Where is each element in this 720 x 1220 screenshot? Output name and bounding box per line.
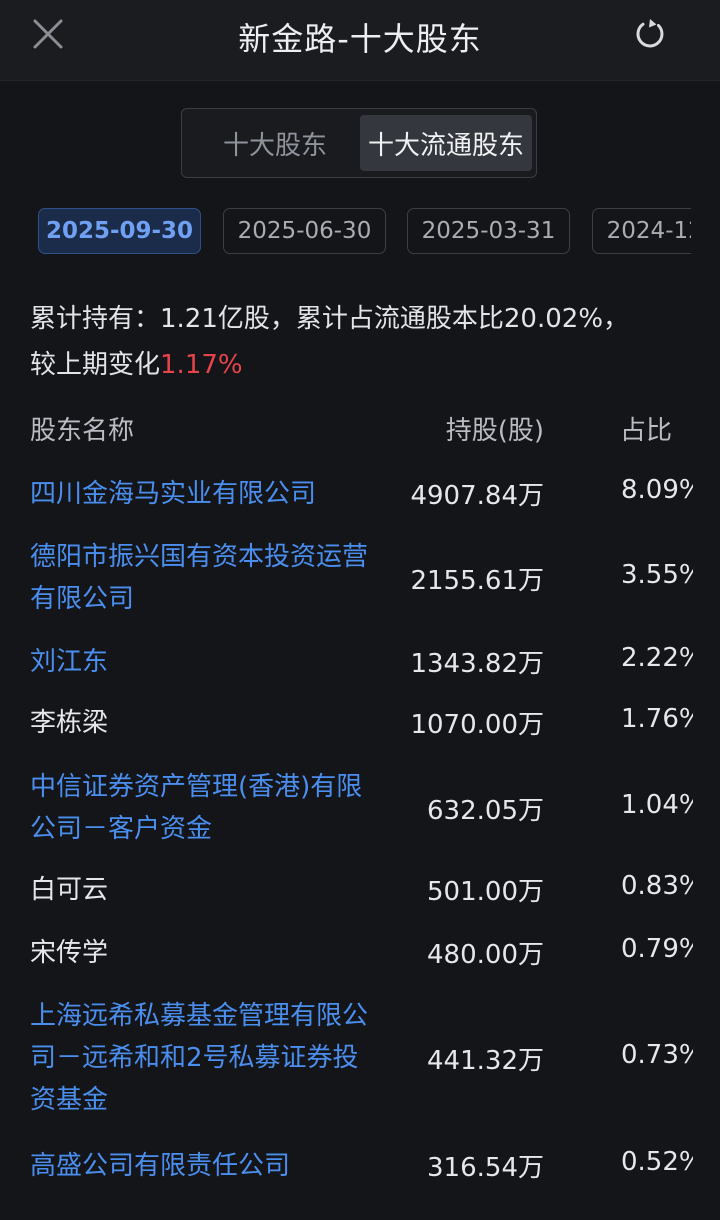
- ratio-value: 0.79%: [621, 934, 693, 964]
- shareholder-type-tabs: 十大股东 十大流通股东: [181, 108, 537, 178]
- shareholder-name-link[interactable]: 德阳市振兴国有资本投资运营有限公司: [30, 536, 380, 620]
- date-chip-2025-06-30[interactable]: 2025-06-30: [223, 208, 386, 254]
- holding-value: 501.00万: [427, 877, 544, 907]
- top-bar: 新金路-十大股东: [0, 0, 720, 81]
- shareholder-name: 李栋梁: [30, 708, 109, 738]
- table-header: 股东名称 持股(股) 占比: [0, 410, 720, 458]
- date-chip-2024-12-31[interactable]: 2024-12-31: [592, 208, 691, 254]
- change-label: 较上期变化: [30, 350, 161, 380]
- holding-value: 2155.61万: [410, 566, 544, 596]
- table-row: 刘江东 1343.82万 2.22%: [0, 641, 720, 687]
- tab-top-ten-float-shareholders[interactable]: 十大流通股东: [360, 115, 532, 171]
- table-row: 高盛公司有限责任公司 316.54万 0.52%: [0, 1145, 720, 1191]
- date-chip-2025-03-31[interactable]: 2025-03-31: [407, 208, 570, 254]
- shareholder-name-link[interactable]: 上海远希私募基金管理有限公司－远希和和2号私募证券投资基金: [30, 995, 380, 1121]
- shareholder-name-link[interactable]: 四川金海马实业有限公司: [30, 473, 380, 515]
- refresh-icon: [636, 19, 664, 48]
- shareholder-name-link[interactable]: 刘江东: [30, 641, 380, 683]
- table-row: 中信证券资产管理(香港)有限公司－客户资金 632.05万 1.04%: [0, 766, 720, 854]
- shareholder-name: 宋传学: [30, 938, 109, 968]
- column-header-name: 股东名称: [30, 416, 135, 446]
- shareholder-name-link[interactable]: 高盛公司有限责任公司: [30, 1145, 380, 1187]
- date-chip-2025-09-30[interactable]: 2025-09-30: [38, 208, 201, 254]
- column-header-ratio: 占比: [620, 416, 673, 446]
- ratio-value: 8.09%: [621, 475, 693, 505]
- holding-value: 632.05万: [427, 796, 544, 826]
- holding-value: 480.00万: [427, 940, 544, 970]
- ratio-value: 1.04%: [621, 790, 693, 820]
- change-value: 1.17%: [160, 350, 243, 380]
- holding-value: 4907.84万: [410, 481, 544, 511]
- table-row: 上海远希私募基金管理有限公司－远希和和2号私募证券投资基金 441.32万 0.…: [0, 995, 720, 1125]
- table-row: 四川金海马实业有限公司 4907.84万 8.09%: [0, 473, 720, 519]
- column-header-holding: 持股(股): [445, 416, 544, 446]
- holding-value: 1343.82万: [410, 649, 544, 679]
- ratio-value: 0.52%: [621, 1147, 693, 1177]
- ratio-value: 1.76%: [621, 704, 693, 734]
- ratio-value: 3.55%: [621, 560, 693, 590]
- holding-summary: 累计持有：1.21亿股，累计占流通股本比20.02%， 较上期变化1.17%: [30, 296, 700, 388]
- shareholder-name: 白可云: [30, 875, 109, 905]
- shareholder-name-link[interactable]: 中信证券资产管理(香港)有限公司－客户资金: [30, 766, 380, 850]
- holding-value: 316.54万: [427, 1153, 544, 1183]
- table-row: 白可云 501.00万 0.83%: [0, 869, 720, 915]
- tab-top-ten-shareholders[interactable]: 十大股东: [190, 115, 360, 171]
- summary-change-line: 较上期变化1.17%: [30, 342, 700, 388]
- summary-line: 累计持有：1.21亿股，累计占流通股本比20.02%，: [30, 304, 630, 334]
- table-row: 李栋梁 1070.00万 1.76%: [0, 702, 720, 748]
- holding-value: 441.32万: [427, 1046, 544, 1076]
- holding-value: 1070.00万: [410, 710, 544, 740]
- table-row: 宋传学 480.00万 0.79%: [0, 932, 720, 978]
- ratio-value: 0.73%: [621, 1040, 693, 1070]
- refresh-button[interactable]: [630, 14, 670, 54]
- ratio-value: 0.83%: [621, 871, 693, 901]
- report-date-selector: 2025-09-30 2025-06-30 2025-03-31 2024-12…: [38, 207, 691, 257]
- ratio-value: 2.22%: [621, 643, 693, 673]
- page-title: 新金路-十大股东: [238, 20, 482, 58]
- table-row: 德阳市振兴国有资本投资运营有限公司 2155.61万 3.55%: [0, 536, 720, 624]
